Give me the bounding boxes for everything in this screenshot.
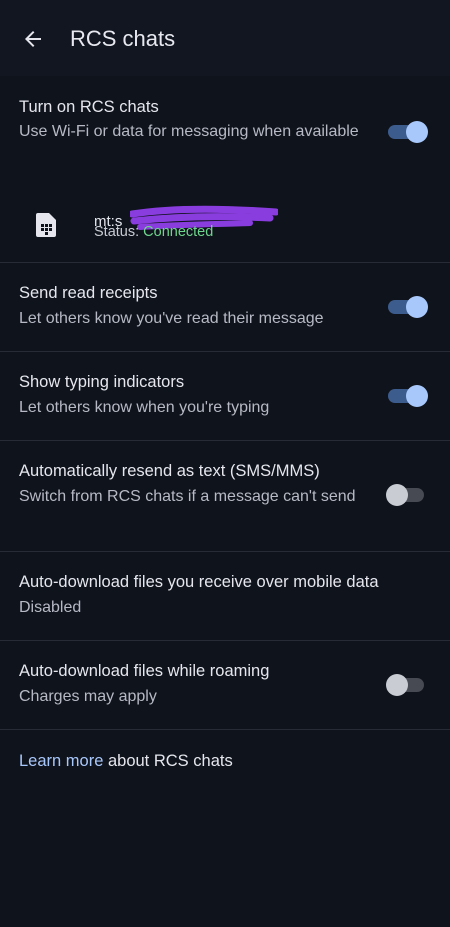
setting-title: Send read receipts [19,284,158,302]
arrow-left-icon [25,31,41,47]
setting-title: Auto-download files while roaming [19,662,270,680]
auto-resend-toggle[interactable] [386,484,428,506]
setting-typing-indicators[interactable]: Show typing indicators Let others know w… [0,352,450,441]
status-label: Status: [94,224,140,240]
setting-title: Turn on RCS chats [19,98,159,116]
setting-title: Automatically resend as text (SMS/MMS) [19,462,320,480]
setting-title: Auto-download files you receive over mob… [19,573,379,591]
status-badge: Connected [143,224,214,240]
setting-subtitle: Switch from RCS chats if a message can't… [19,488,356,505]
setting-subtitle: Charges may apply [19,688,157,705]
sim-status: mt:s [0,188,450,260]
back-button[interactable] [18,24,48,54]
setting-auto-resend[interactable]: Automatically resend as text (SMS/MMS) S… [0,441,450,552]
setting-subtitle: Disabled [19,599,82,616]
learn-more-link[interactable]: Learn more [19,752,103,770]
page-title: RCS chats [70,26,176,51]
toggle-thumb [406,385,428,407]
toggle-thumb [406,121,428,143]
sim-status-line: Status: Connected [94,224,213,240]
typing-indicators-toggle[interactable] [388,385,428,407]
setting-subtitle: Use Wi-Fi or data for messaging when ava… [19,123,359,140]
setting-subtitle: Let others know when you're typing [19,399,270,416]
learn-more-rest: about RCS chats [103,752,233,770]
toggle-thumb [386,484,408,506]
learn-more-line: Learn more about RCS chats [19,752,233,771]
setting-read-receipts[interactable]: Send read receipts Let others know you'v… [0,263,450,352]
setting-autodownload-mobile[interactable]: Auto-download files you receive over mob… [0,552,450,641]
setting-turn-on-rcs[interactable]: Turn on RCS chats Use Wi-Fi or data for … [0,76,450,263]
toggle-thumb [386,674,408,696]
rcs-toggle[interactable] [388,121,428,143]
autodownload-roaming-toggle[interactable] [386,674,428,696]
read-receipts-toggle[interactable] [388,296,428,318]
setting-subtitle: Let others know you've read their messag… [19,310,324,327]
app-bar: RCS chats [0,0,450,76]
sim-card-icon [36,213,56,237]
setting-autodownload-roaming[interactable]: Auto-download files while roaming Charge… [0,641,450,730]
setting-title: Show typing indicators [19,373,185,391]
toggle-thumb [406,296,428,318]
